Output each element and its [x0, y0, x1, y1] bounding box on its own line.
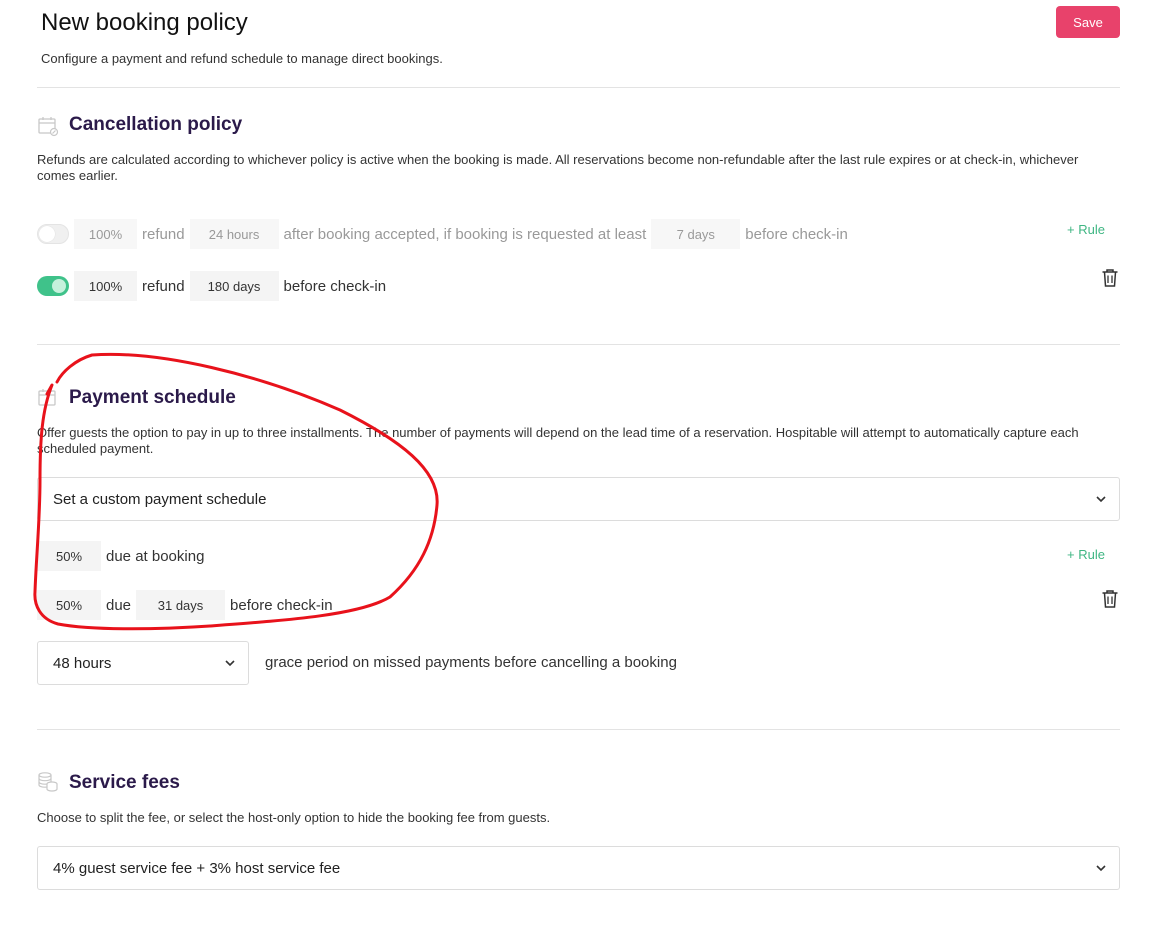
service-fees-title: Service fees — [69, 772, 180, 793]
cancellation-rule-2: 100% refund 180 days before check-in — [37, 270, 391, 302]
divider — [37, 729, 1120, 730]
calendar-icon — [38, 389, 56, 406]
chevron-down-icon — [1096, 496, 1106, 503]
divider — [37, 344, 1120, 345]
due-label: due — [106, 596, 132, 614]
rule-end-text: before check-in — [230, 596, 333, 614]
duration-input[interactable]: 180 days — [189, 271, 279, 301]
refund-label: refund — [142, 277, 185, 295]
add-payment-rule-button[interactable]: + Rule — [1067, 547, 1105, 562]
grace-period-select[interactable]: 48 hours — [37, 641, 249, 685]
service-fee-select-value: 4% guest service fee + 3% host service f… — [53, 859, 341, 877]
chevron-down-icon — [225, 660, 235, 667]
rule-toggle[interactable] — [37, 224, 69, 244]
trash-icon[interactable] — [1101, 589, 1119, 609]
refund-percent-input[interactable]: 100% — [74, 271, 137, 301]
cancellation-description: Refunds are calculated according to whic… — [37, 152, 1079, 183]
cancellation-title: Cancellation policy — [69, 114, 243, 135]
page-title: New booking policy — [41, 9, 248, 36]
page-subtitle: Configure a payment and refund schedule … — [41, 51, 443, 66]
calendar-icon — [38, 117, 59, 137]
payment-rule-2: 50% due 31 days before check-in — [37, 589, 338, 621]
payment-percent-input[interactable]: 50% — [37, 590, 101, 620]
refund-label: refund — [142, 225, 185, 243]
service-fee-select[interactable]: 4% guest service fee + 3% host service f… — [37, 846, 1120, 890]
add-cancellation-rule-button[interactable]: + Rule — [1067, 222, 1105, 237]
refund-percent-input[interactable]: 100% — [74, 219, 137, 249]
duration-input[interactable]: 24 hours — [189, 219, 279, 249]
grace-period-text: grace period on missed payments before c… — [265, 654, 677, 671]
rule-middle-text: after booking accepted, if booking is re… — [283, 225, 647, 243]
save-button[interactable]: Save — [1056, 6, 1120, 38]
payment-percent-input[interactable]: 50% — [37, 541, 101, 571]
payment-rule-text: due at booking — [106, 547, 205, 565]
rule-end-text: before check-in — [745, 225, 848, 243]
coins-icon — [38, 772, 58, 792]
rule-toggle[interactable] — [37, 276, 69, 296]
service-fees-description: Choose to split the fee, or select the h… — [37, 810, 551, 825]
rule-end-text: before check-in — [283, 277, 387, 295]
grace-period-select-value: 48 hours — [53, 654, 112, 672]
chevron-down-icon — [1096, 865, 1106, 872]
payment-schedule-title: Payment schedule — [69, 387, 236, 408]
cancellation-rule-1: 100% refund 24 hours after booking accep… — [37, 218, 853, 250]
days-input[interactable]: 31 days — [136, 590, 226, 620]
payment-rule-1: 50% due at booking — [37, 540, 209, 572]
payment-schedule-description: Offer guests the option to pay in up to … — [37, 425, 1079, 456]
divider — [37, 87, 1120, 88]
trash-icon[interactable] — [1101, 268, 1119, 288]
payment-schedule-select[interactable]: Set a custom payment schedule — [37, 477, 1120, 521]
payment-schedule-select-value: Set a custom payment schedule — [53, 490, 267, 508]
lead-time-input[interactable]: 7 days — [651, 219, 741, 249]
